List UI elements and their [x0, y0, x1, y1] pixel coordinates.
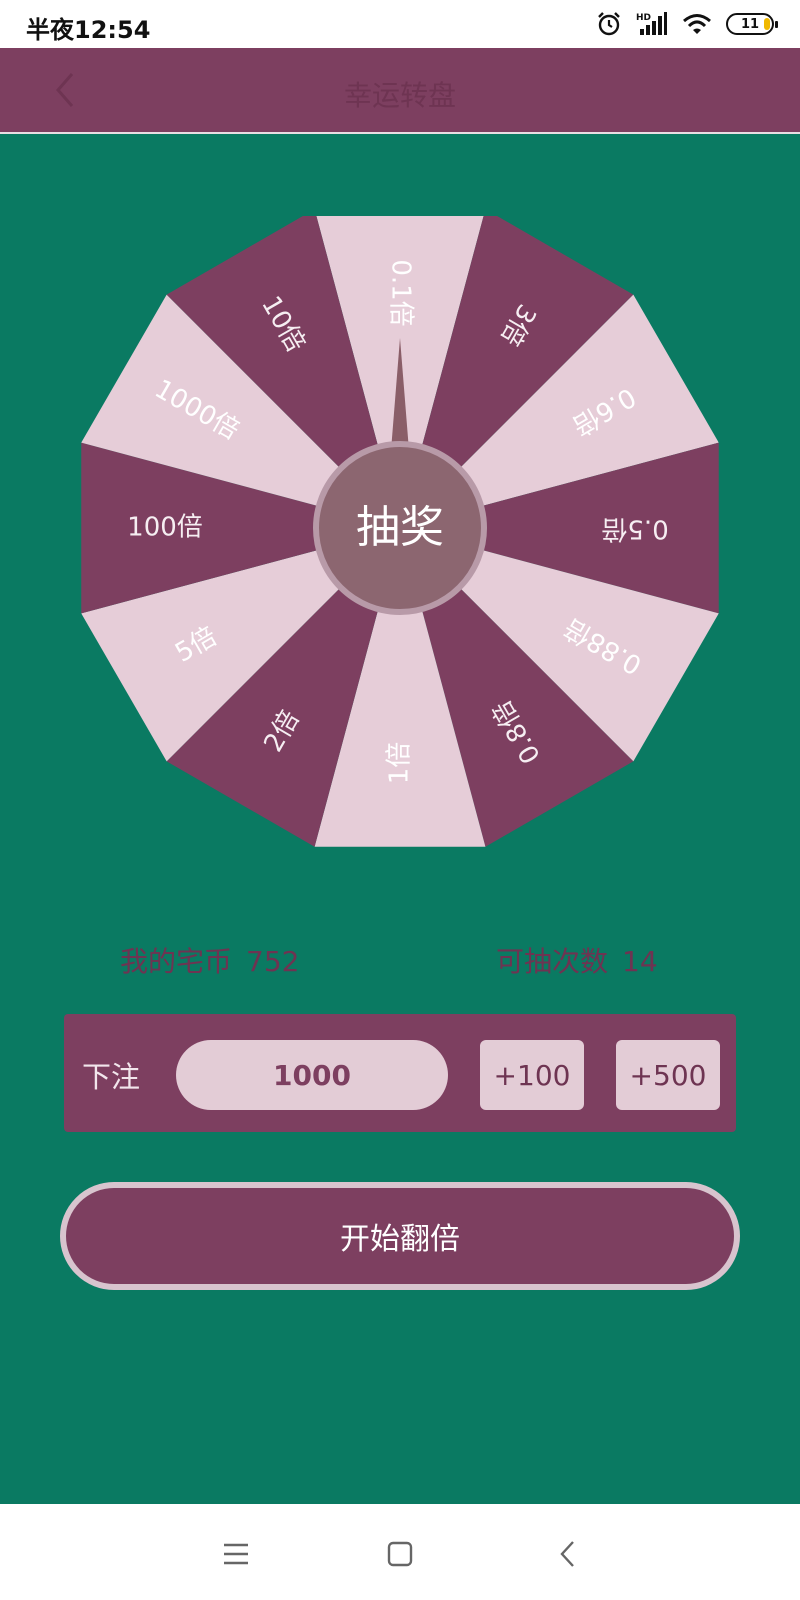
- svg-text:HD: HD: [636, 13, 651, 23]
- bet-panel: 下注 1000 +100 +500: [64, 1014, 736, 1132]
- home-icon[interactable]: [380, 1534, 420, 1574]
- battery-level: 11: [740, 16, 760, 32]
- status-bar: 半夜12:54 HD 11: [0, 0, 800, 48]
- page-title: 幸运转盘: [343, 79, 456, 112]
- alarm-icon: [598, 12, 620, 36]
- wheel-segment-label: 100倍: [127, 513, 203, 543]
- bet-label: 下注: [82, 1060, 141, 1094]
- battery-icon: 11: [726, 13, 778, 35]
- coins-stat: 我的宅币 752: [120, 940, 299, 980]
- back-icon[interactable]: [548, 1534, 588, 1574]
- prize-wheel[interactable]: 0.1倍 3倍0.6倍0.5倍0.88倍0.8倍1倍2倍5倍100倍1000倍10…: [80, 216, 720, 856]
- start-doubling-button[interactable]: 开始翻倍: [60, 1182, 740, 1290]
- draws-label: 可抽次数: [496, 945, 609, 978]
- add-100-button[interactable]: +100: [480, 1040, 584, 1110]
- add-500-button[interactable]: +500: [616, 1040, 720, 1110]
- signal-hd-icon: HD: [636, 12, 667, 35]
- status-icons: HD 11: [596, 11, 778, 37]
- draws-stat: 可抽次数 14: [496, 940, 658, 980]
- wheel-segment-label: 1倍: [385, 742, 415, 785]
- status-time: 半夜12:54: [26, 16, 151, 44]
- wifi-icon: [683, 14, 711, 34]
- wheel-segment-label: 0.5倍: [601, 514, 668, 544]
- app-bar: 幸运转盘: [0, 48, 800, 134]
- coins-value: 752: [246, 945, 300, 978]
- menu-icon[interactable]: [216, 1534, 256, 1574]
- system-nav-bar: [0, 1504, 800, 1600]
- draws-value: 14: [622, 945, 658, 978]
- draw-button-label: 抽奖: [356, 502, 444, 553]
- bet-amount-field[interactable]: 1000: [176, 1040, 448, 1110]
- coins-label: 我的宅币: [120, 945, 233, 978]
- wheel-segment-label: 0.1倍: [386, 259, 416, 326]
